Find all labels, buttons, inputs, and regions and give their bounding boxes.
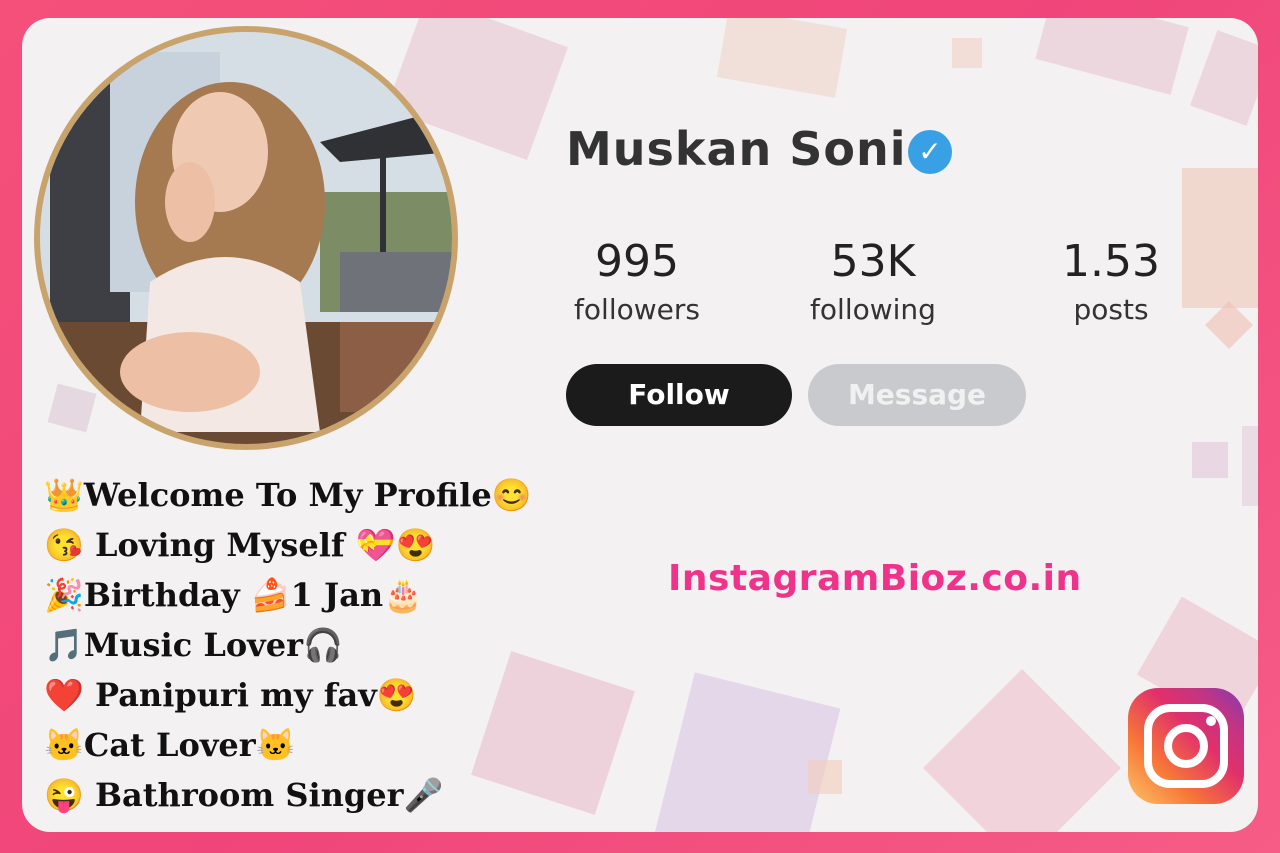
decor-shape <box>716 18 848 98</box>
stat-label: posts <box>1073 293 1149 326</box>
bio-line: ❤️ Panipuri my fav😍 <box>44 676 417 714</box>
decor-shape <box>952 38 982 68</box>
profile-name: Muskan Soni <box>566 122 907 176</box>
decor-shape <box>1242 426 1258 506</box>
follow-button[interactable]: Follow <box>566 364 792 426</box>
message-button[interactable]: Message <box>808 364 1026 426</box>
bio-line: 👑Welcome To My Profile😊 <box>44 476 532 514</box>
stat-followers[interactable]: 995 followers <box>562 236 712 328</box>
instagram-logo-icon <box>1128 688 1244 804</box>
profile-card: Muskan Soni ✓ 995 followers 53K followin… <box>22 18 1258 832</box>
stat-label: followers <box>574 293 700 326</box>
verified-checkmark-icon: ✓ <box>908 130 952 174</box>
decor-shape <box>1182 168 1258 308</box>
stat-value: 995 <box>595 236 679 287</box>
decor-shape <box>1192 442 1228 478</box>
instagram-dot <box>1206 716 1216 726</box>
decor-shape <box>808 760 842 794</box>
decor-shape <box>923 669 1121 832</box>
stat-posts[interactable]: 1.53 posts <box>1036 236 1186 328</box>
bio-line: 😜 Bathroom Singer🎤 <box>44 776 444 814</box>
stat-value: 53K <box>830 236 916 287</box>
avatar[interactable] <box>40 32 452 444</box>
stat-label: following <box>810 293 936 326</box>
decor-shape <box>1204 300 1254 350</box>
stat-following[interactable]: 53K following <box>798 236 948 328</box>
bio-line: 🎵Music Lover🎧 <box>44 626 343 664</box>
profile-photo <box>40 32 452 444</box>
bio-line: 😘 Loving Myself 💝😍 <box>44 526 436 564</box>
decor-shape <box>1035 18 1189 95</box>
decor-shape <box>653 672 841 832</box>
decor-shape <box>1190 30 1258 126</box>
instagram-lens <box>1164 724 1208 768</box>
bio: 👑Welcome To My Profile😊 😘 Loving Myself … <box>44 470 532 820</box>
stat-value: 1.53 <box>1062 236 1160 287</box>
website-text: InstagramBioz.co.in <box>668 558 1082 599</box>
avatar-ring <box>34 26 458 450</box>
bio-line: 🎉Birthday 🍰1 Jan🎂 <box>44 576 424 614</box>
bio-line: 🐱Cat Lover🐱 <box>44 726 296 764</box>
